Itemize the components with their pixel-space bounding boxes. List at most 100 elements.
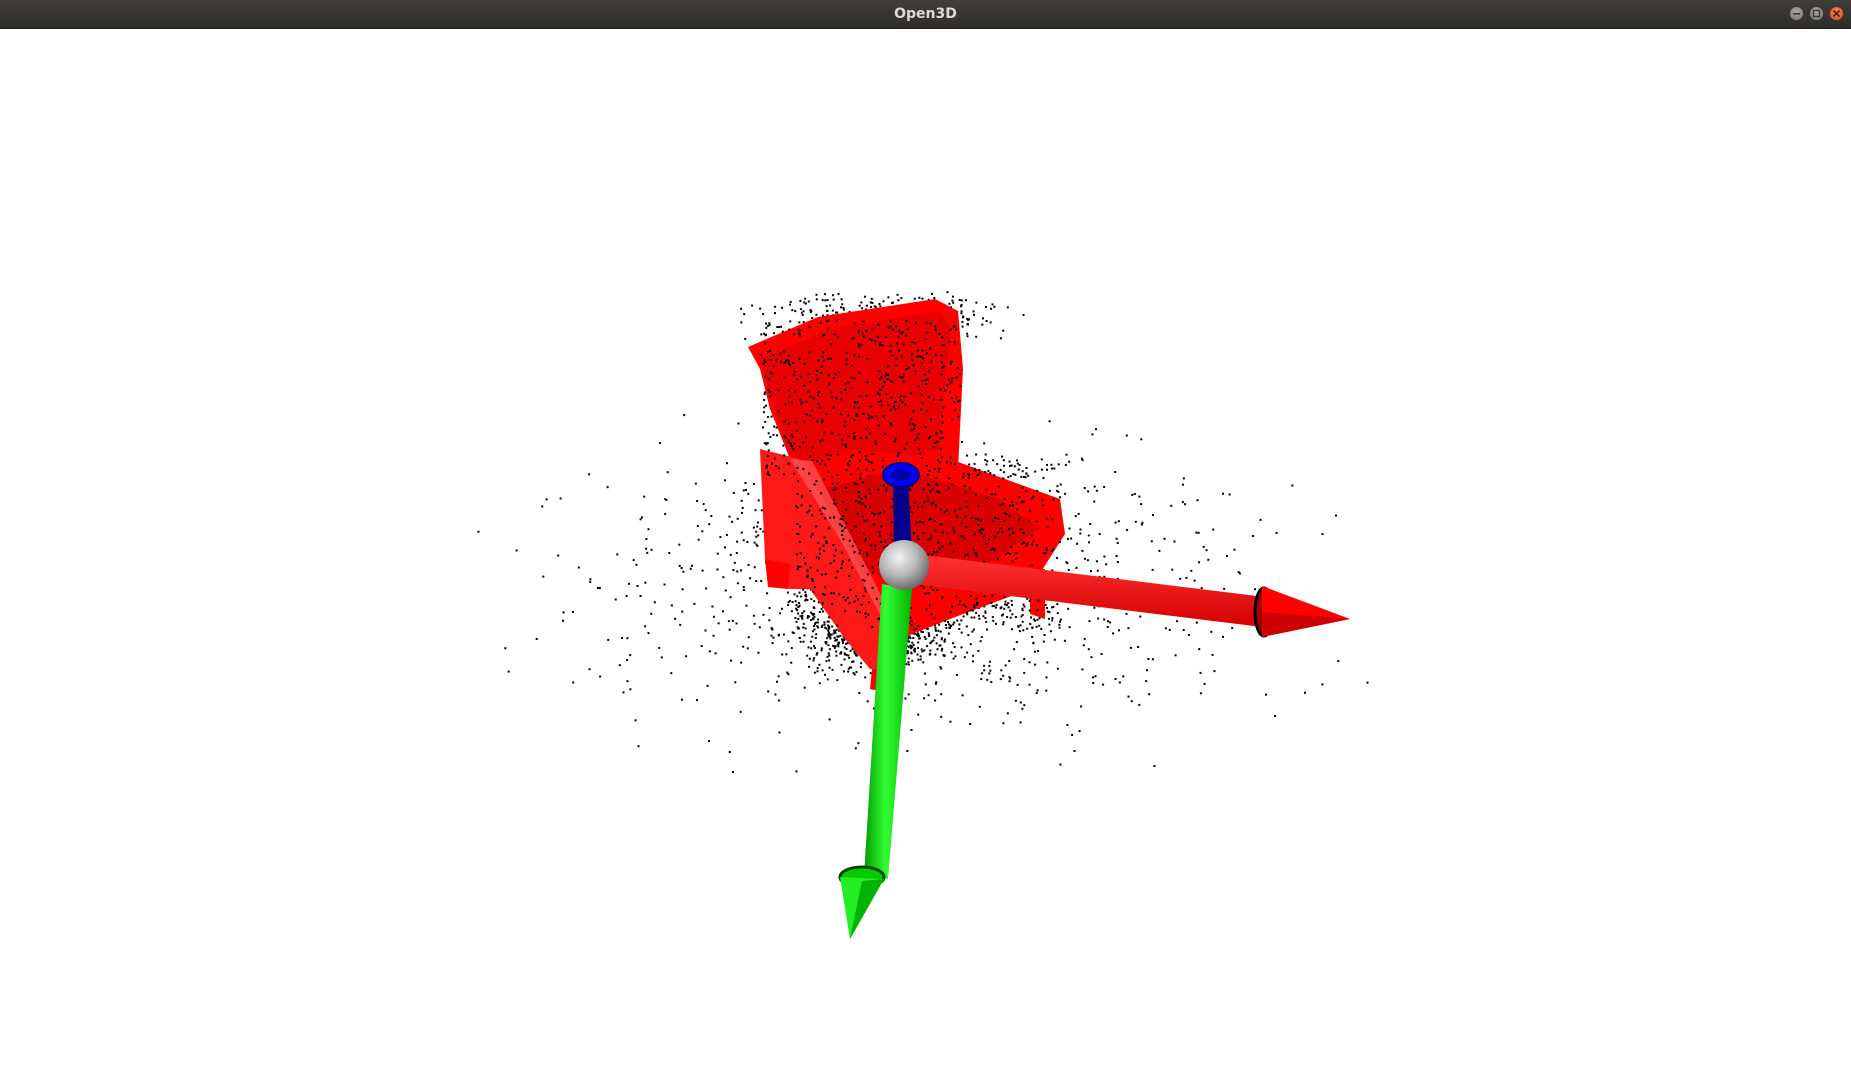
point [809, 395, 812, 398]
point [893, 405, 895, 408]
point [823, 463, 826, 466]
point [1097, 617, 1100, 620]
point [1098, 533, 1101, 535]
point [921, 650, 924, 653]
point [788, 328, 791, 331]
point [959, 600, 961, 603]
point [653, 601, 656, 604]
point [886, 365, 889, 368]
point [878, 531, 881, 534]
point [927, 553, 930, 556]
point [862, 565, 864, 567]
point [951, 483, 954, 486]
point [815, 525, 818, 528]
point [1036, 618, 1039, 621]
point [793, 593, 796, 596]
point [1001, 531, 1004, 534]
point [919, 658, 922, 661]
point [945, 509, 948, 512]
point [941, 366, 944, 369]
point [924, 672, 926, 675]
scene-canvas[interactable] [0, 29, 1851, 1080]
point [828, 666, 831, 669]
point [941, 421, 944, 424]
point [1005, 513, 1008, 516]
point [1003, 497, 1006, 500]
point [948, 340, 951, 343]
point [1030, 564, 1033, 567]
point [710, 515, 713, 518]
point [792, 374, 795, 377]
point [1170, 504, 1173, 507]
point [1164, 627, 1167, 630]
point [948, 477, 951, 480]
point [760, 354, 763, 357]
point [1007, 602, 1010, 605]
point [802, 622, 805, 625]
point [922, 661, 925, 664]
point [732, 492, 735, 494]
point [828, 659, 831, 662]
point [966, 553, 969, 556]
point [900, 355, 903, 358]
point [774, 305, 777, 308]
point [1009, 616, 1012, 619]
point [920, 362, 923, 365]
maximize-button[interactable] [1809, 6, 1824, 21]
point [843, 658, 846, 661]
point [890, 396, 893, 399]
point [985, 463, 988, 466]
point [854, 401, 857, 404]
point [830, 633, 833, 636]
point [811, 532, 814, 535]
point [949, 462, 952, 465]
point [1013, 648, 1016, 651]
point [945, 626, 948, 629]
point [992, 547, 995, 550]
point [978, 614, 980, 617]
point [1004, 603, 1007, 606]
point [929, 649, 932, 652]
point [964, 491, 967, 494]
point [783, 376, 786, 379]
point [861, 502, 864, 505]
point [889, 408, 892, 411]
point [981, 672, 984, 675]
point [764, 375, 766, 378]
point [747, 636, 750, 639]
point [820, 492, 823, 495]
point [798, 321, 801, 324]
point [929, 490, 932, 493]
point [980, 678, 983, 681]
point [806, 654, 809, 657]
point [894, 401, 897, 404]
point [892, 328, 895, 331]
point [818, 548, 821, 551]
title-bar[interactable]: Open3D [0, 0, 1851, 29]
3d-viewport[interactable] [0, 29, 1851, 1080]
point [904, 697, 907, 700]
point [777, 410, 780, 413]
point [864, 495, 867, 498]
point [708, 650, 711, 653]
point [977, 523, 980, 526]
point [1022, 314, 1025, 316]
point [871, 328, 874, 331]
point [779, 612, 782, 615]
close-button[interactable] [1829, 6, 1844, 21]
point [670, 672, 673, 675]
point [851, 545, 854, 548]
point [911, 353, 914, 356]
point [810, 611, 813, 614]
point [887, 374, 889, 377]
point [796, 595, 799, 598]
point [1134, 520, 1137, 523]
minimize-button[interactable] [1789, 6, 1804, 21]
point [1137, 646, 1140, 648]
point [1066, 724, 1069, 726]
point [634, 719, 637, 722]
point [917, 385, 920, 388]
point [1046, 468, 1048, 471]
point [1095, 560, 1098, 563]
point [933, 617, 936, 620]
